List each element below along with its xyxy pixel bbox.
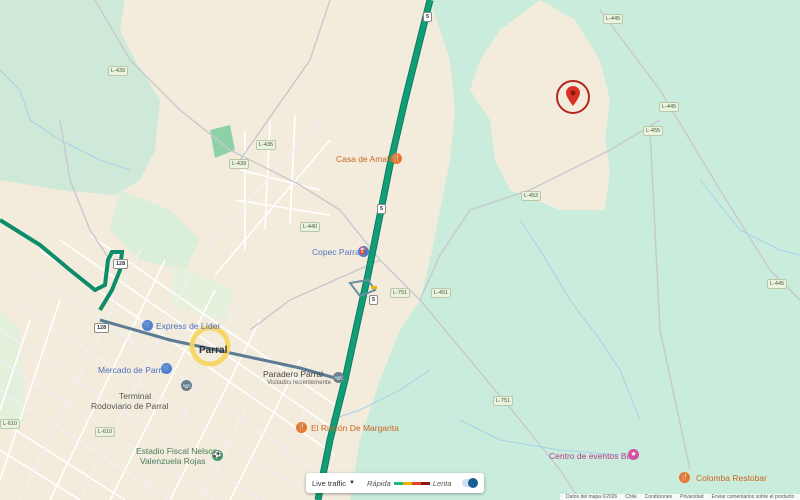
country-link[interactable]: Chile	[625, 494, 636, 500]
terms-link[interactable]: Condiciones	[645, 494, 673, 500]
road-badge-128-city: 128	[94, 323, 110, 333]
traffic-legend: Live traffic ▼ Rápida Lenta	[306, 473, 484, 493]
poi-label-line2: Valenzuela Rojas	[140, 456, 206, 466]
shopping-icon: 🛒	[161, 363, 172, 374]
privacy-link[interactable]: Privacidad	[680, 494, 703, 500]
traffic-scale-bar	[393, 481, 430, 485]
gas-station-icon: ⛽	[358, 246, 369, 257]
road-badge-l445-top: L-445	[603, 14, 624, 24]
map-footer: Datos del mapa ©2026 Chile Condiciones P…	[560, 494, 800, 500]
road-badge-5-south: 5	[369, 295, 379, 305]
event-venue-icon: ★	[628, 449, 639, 460]
chevron-down-icon: ▼	[349, 480, 355, 486]
poi-label: Casa de Amalia	[336, 154, 396, 164]
road-badge-l440: L-440	[300, 222, 321, 232]
poi-label: Paradero Parral	[263, 369, 324, 379]
poi-label-line2: Rodoviario de Parral	[91, 401, 169, 411]
poi-label: Express de Líder	[156, 321, 221, 331]
legend-slow-label: Lenta	[432, 478, 452, 488]
poi-label: Centro de eventos Balu	[549, 451, 638, 461]
road-badge-l451: L-451	[431, 288, 452, 298]
poi-label: Mercado de Parral	[98, 365, 168, 375]
poi-label-line1: Terminal	[119, 391, 152, 401]
traffic-toggle[interactable]	[462, 478, 478, 488]
road-badge-l435: L-435	[256, 140, 277, 150]
poi-label-line1: Estadio Fiscal Nelson	[136, 446, 218, 456]
feedback-link[interactable]: Enviar comentarios sobre el producto	[712, 494, 795, 500]
poi-sublabel: Visitados recientemente	[267, 380, 331, 386]
road-badge-128: 128	[113, 259, 129, 269]
location-pin-icon[interactable]	[565, 85, 581, 107]
map-canvas[interactable]: 5 5 5 128 L-439 L-435 L-439 L-440 L-445 …	[0, 0, 800, 500]
road-badge-l455: L-455	[643, 126, 664, 136]
live-traffic-dropdown[interactable]: Live traffic ▼	[312, 479, 355, 488]
bus-stop-icon: 🚌	[333, 372, 344, 383]
poi-label: Colomba Restobar	[696, 473, 767, 483]
legend-fast-label: Rápida	[367, 478, 391, 488]
road-badge-5-center: 5	[377, 204, 387, 214]
poi-label: El Rincón De Margarita	[311, 423, 399, 433]
road-badge-l439: L-439	[108, 66, 129, 76]
stadium-icon: ⚽	[212, 450, 223, 461]
bus-stop-icon: 🚌	[181, 380, 192, 391]
road-badge-l445-right: L-445	[767, 279, 788, 289]
live-traffic-label: Live traffic	[312, 478, 347, 488]
shopping-icon: 🛒	[142, 320, 153, 331]
road-badge-l610-city: L-610	[95, 427, 116, 437]
road-badge-l439-city: L-439	[229, 159, 250, 169]
toggle-knob-icon	[468, 478, 478, 488]
restaurant-icon: 🍴	[391, 153, 402, 164]
road-badge-l751-south: L-751	[493, 396, 514, 406]
road-badge-l751: L-751	[390, 288, 411, 298]
map-data-credit: Datos del mapa ©2026	[566, 494, 618, 500]
city-label-parral[interactable]: Parral	[199, 345, 227, 356]
road-badge-l445-mid: L-445	[659, 102, 680, 112]
road-badge-l453: L-453	[521, 191, 542, 201]
restaurant-icon: 🍴	[296, 422, 307, 433]
poi-label: Copec Parral	[312, 247, 362, 257]
road-badge-5-north: 5	[423, 12, 433, 22]
restaurant-icon: 🍴	[679, 472, 690, 483]
road-badge-l610: L-610	[0, 419, 21, 429]
